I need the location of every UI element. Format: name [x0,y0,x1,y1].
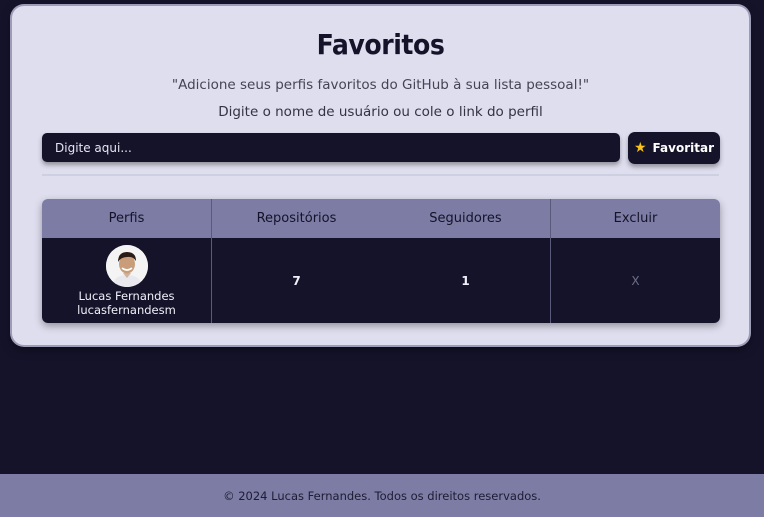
page-subtitle: "Adicione seus perfis favoritos do GitHu… [171,77,590,93]
favorites-table: Perfis Repositórios Seguidores Excluir L… [42,199,720,323]
search-input[interactable] [42,133,620,162]
delete-button[interactable]: X [631,274,639,288]
profile-cell[interactable]: Lucas Fernandes lucasfernandesm [42,238,212,323]
favorite-button[interactable]: ★ Favoritar [628,132,720,164]
header-repositories: Repositórios [256,211,337,226]
star-icon: ★ [633,140,647,156]
delete-cell: X [551,238,720,323]
header-profiles: Perfis [42,199,212,238]
header-followers: Seguidores [381,199,551,238]
header-delete: Excluir [613,211,658,226]
profile-name: Lucas Fernandes [78,288,175,303]
favorites-card: Favoritos "Adicione seus perfis favorito… [12,6,749,345]
page-title: Favoritos [316,28,445,61]
footer-text: © 2024 Lucas Fernandes. Todos os direito… [223,488,541,503]
avatar [105,244,148,287]
favorite-button-label: Favoritar [652,141,714,155]
repositories-count: 7 [292,273,301,288]
footer: © 2024 Lucas Fernandes. Todos os direito… [0,474,764,517]
profile-login: lucasfernandesm [77,302,176,317]
table-header: Perfis Repositórios Seguidores Excluir [42,199,720,238]
divider [42,174,719,176]
input-hint: Digite o nome de usuário ou cole o link … [218,104,543,120]
followers-count: 1 [381,238,551,323]
table-row: Lucas Fernandes lucasfernandesm 7 1 X [42,238,720,323]
